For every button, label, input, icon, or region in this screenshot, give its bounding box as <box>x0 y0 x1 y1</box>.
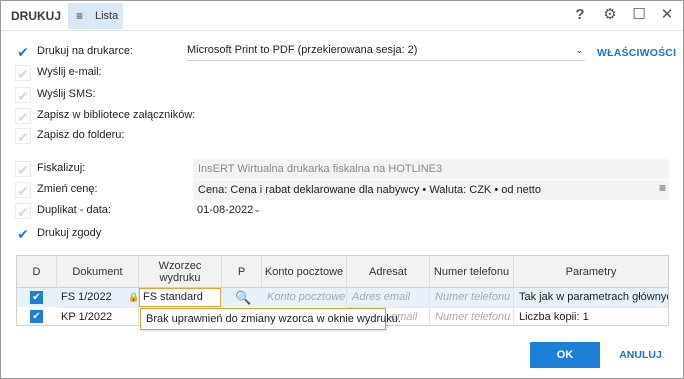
print-consents-checkbox[interactable]: ✔ <box>15 226 31 242</box>
printer-properties-button[interactable]: WŁAŚCIWOŚCI <box>597 47 676 59</box>
column-header-params[interactable]: Parametry <box>514 256 668 288</box>
print-on-printer-label: Drukuj na drukarce: <box>37 45 133 57</box>
menu-icon[interactable]: ≡ <box>659 181 666 195</box>
chevron-down-icon: ⌄ <box>253 204 261 214</box>
save-library-label: Zapisz w bibliotece załączników: <box>37 109 196 121</box>
list-icon: ≡ <box>76 9 84 23</box>
change-price-label: Zmień cenę: <box>37 183 98 195</box>
fiscal-printer-value: InsERT Wirtualna drukarka fiskalna na HO… <box>198 163 443 175</box>
row-mail-account[interactable]: Konto pocztowe <box>262 288 347 307</box>
cancel-button[interactable]: ANULUJ <box>613 342 668 368</box>
row-checkbox[interactable]: ✔ <box>30 310 43 323</box>
print-dialog: DRUKUJ ≡ Lista ? ⚙ ☐ ✕ ✔ Drukuj na druka… <box>0 0 684 379</box>
close-icon[interactable]: ✕ <box>658 6 676 24</box>
send-sms-label: Wyślij SMS: <box>37 88 96 100</box>
column-header-template[interactable]: Wzorzec wydruku <box>139 256 222 288</box>
column-header-recipient[interactable]: Adresat <box>347 256 430 288</box>
column-header-phone[interactable]: Numer telefonu <box>430 256 514 288</box>
row-document: FS 1/2022 <box>57 288 139 307</box>
tab-lista[interactable]: ≡ Lista <box>68 3 123 29</box>
template-cell[interactable]: FS standard <box>139 288 221 307</box>
row-params[interactable]: Liczba kopii: 1 <box>514 307 668 326</box>
printer-select[interactable]: Microsoft Print to PDF (przekierowana se… <box>187 44 585 61</box>
search-icon[interactable]: 🔍 <box>235 290 251 306</box>
row-checkbox[interactable]: ✔ <box>30 291 43 304</box>
print-consents-label: Drukuj zgody <box>37 227 102 239</box>
fiscalize-label: Fiskalizuj: <box>37 162 86 174</box>
tab-lista-label: Lista <box>95 10 119 22</box>
chevron-down-icon: ⌄ <box>575 45 583 55</box>
duplicate-date-label: Duplikat - data: <box>37 204 111 216</box>
duplicate-date-picker[interactable]: 01-08-2022 ⌄ <box>193 203 265 220</box>
help-icon[interactable]: ? <box>571 6 589 24</box>
price-settings-value: Cena: Cena i rabat deklarowane dla nabyw… <box>198 184 541 196</box>
send-sms-checkbox[interactable]: ✔ <box>15 87 31 104</box>
lock-icon: 🔒 <box>128 292 140 302</box>
dialog-title: DRUKUJ <box>11 9 62 23</box>
save-folder-checkbox[interactable]: ✔ <box>15 128 31 145</box>
title-bar: DRUKUJ ≡ Lista ? ⚙ ☐ ✕ <box>1 1 683 31</box>
change-price-checkbox[interactable]: ✔ <box>15 182 31 199</box>
save-library-checkbox[interactable]: ✔ <box>15 108 31 125</box>
row-document: KP 1/2022 <box>57 307 139 326</box>
row-phone[interactable]: Numer telefonu <box>430 288 514 307</box>
row-params[interactable]: Tak jak w parametrach głównych <box>514 288 668 307</box>
maximize-icon[interactable]: ☐ <box>630 6 648 24</box>
send-email-checkbox[interactable]: ✔ <box>15 65 31 82</box>
column-header-p[interactable]: P <box>222 256 262 288</box>
row-phone[interactable]: Numer telefonu <box>430 307 514 326</box>
column-header-document[interactable]: Dokument <box>57 256 139 288</box>
permission-tooltip: Brak uprawnień do zmiany wzorca w oknie … <box>140 308 401 330</box>
printer-select-value: Microsoft Print to PDF (przekierowana se… <box>187 44 418 56</box>
column-header-mail-account[interactable]: Konto pocztowe <box>262 256 347 288</box>
column-header-d[interactable]: D <box>17 256 57 288</box>
ok-button[interactable]: OK <box>530 342 600 368</box>
row-recipient[interactable]: Adres email <box>347 288 430 307</box>
save-folder-label: Zapisz do folderu: <box>37 129 125 141</box>
send-email-label: Wyślij e-mail: <box>37 66 102 78</box>
fiscalize-checkbox[interactable]: ✔ <box>15 161 31 178</box>
print-on-printer-checkbox[interactable]: ✔ <box>15 44 31 60</box>
gear-icon[interactable]: ⚙ <box>601 6 619 24</box>
duplicate-date-checkbox[interactable]: ✔ <box>15 203 31 220</box>
duplicate-date-value: 01-08-2022 <box>197 204 254 216</box>
